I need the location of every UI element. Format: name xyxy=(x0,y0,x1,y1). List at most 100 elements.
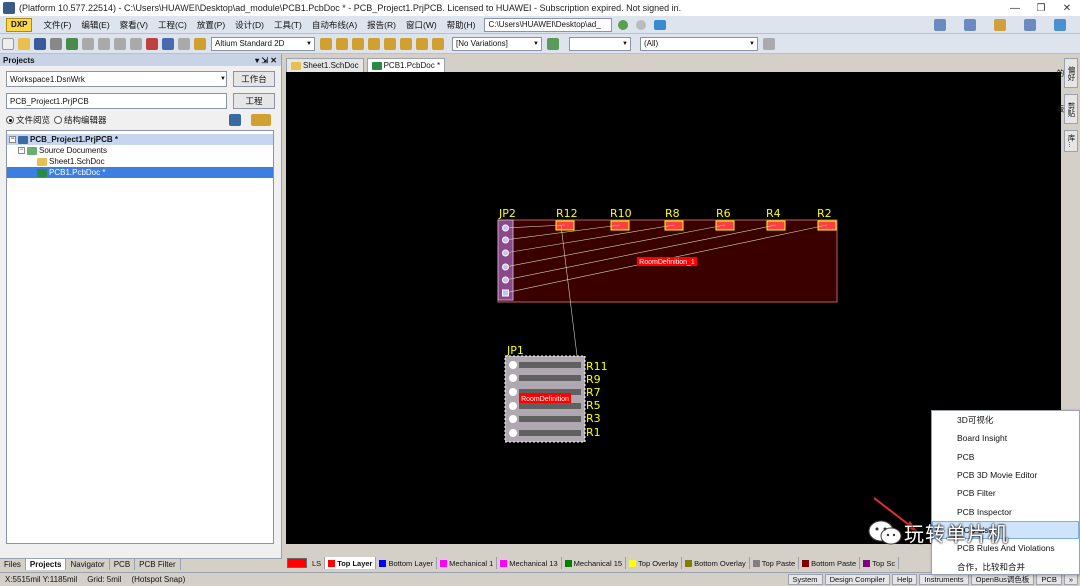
menu-file[interactable]: 文件(F) xyxy=(38,19,76,31)
filter-select[interactable]: ▼ xyxy=(569,36,631,51)
path-field[interactable]: C:\Users\HUAWEI\Desktop\ad_ xyxy=(484,17,613,32)
menu-window[interactable]: 窗口(W) xyxy=(401,19,442,31)
tab-files[interactable]: Files xyxy=(0,559,26,570)
forward-icon[interactable] xyxy=(636,19,647,30)
clear-filter-icon[interactable] xyxy=(763,37,775,50)
window-icon[interactable] xyxy=(1024,18,1036,31)
menu-place[interactable]: 放置(P) xyxy=(192,19,230,31)
new-icon[interactable] xyxy=(2,37,14,50)
tree-item-pcb1[interactable]: PCB1.PcbDoc * xyxy=(7,167,273,178)
variations-select[interactable]: [No Variations] ▼ xyxy=(452,36,542,51)
layer-top-paste[interactable]: Top Paste xyxy=(750,557,800,569)
jp2-body[interactable] xyxy=(497,219,514,301)
r4-footprint[interactable] xyxy=(766,220,786,231)
tab-sheet1[interactable]: Sheet1.SchDoc xyxy=(286,58,364,72)
tab-pcb-filter[interactable]: PCB Filter xyxy=(135,559,181,570)
layer-top-overlay[interactable]: Top Overlay xyxy=(626,557,683,569)
cut-icon[interactable] xyxy=(82,37,94,50)
route-icon-2[interactable] xyxy=(336,37,348,50)
zoom-icon[interactable] xyxy=(66,37,78,50)
menu-view[interactable]: 察看(V) xyxy=(115,19,153,31)
refresh-icon[interactable] xyxy=(229,114,241,126)
chart-icon[interactable] xyxy=(934,18,946,31)
minimize-button[interactable]: — xyxy=(1002,0,1028,16)
tree-item-sheet1[interactable]: Sheet1.SchDoc xyxy=(7,156,273,167)
globe-icon[interactable] xyxy=(1054,18,1066,31)
open-icon[interactable] xyxy=(18,37,30,50)
workspace-button[interactable]: 工作台 xyxy=(233,71,275,87)
menu-project[interactable]: 工程(C) xyxy=(153,19,192,31)
panel-controls[interactable]: ▾ ⇲ ✕ xyxy=(255,56,281,65)
save-icon[interactable] xyxy=(34,37,46,50)
restore-button[interactable]: ❐ xyxy=(1028,0,1054,16)
deselect-icon[interactable] xyxy=(146,37,158,50)
menu-item-3d-movie[interactable]: PCB 3D Movie Editor xyxy=(932,466,1079,484)
close-button[interactable]: ✕ xyxy=(1054,0,1080,16)
project-field[interactable]: PCB_Project1.PrjPCB xyxy=(6,93,227,109)
menu-item-pcb[interactable]: PCB xyxy=(932,448,1079,466)
structure-editor-radio[interactable] xyxy=(54,116,63,124)
menu-autoroute[interactable]: 自动布线(A) xyxy=(307,19,362,31)
tab-navigator[interactable]: Navigator xyxy=(66,559,110,570)
layer-ls[interactable]: LS xyxy=(309,557,326,569)
move-icon[interactable] xyxy=(130,37,142,50)
pad-icon[interactable] xyxy=(368,37,380,50)
menu-item-board-insight[interactable]: Board Insight xyxy=(932,429,1079,447)
side-tab-libraries[interactable]: 库... xyxy=(1064,130,1078,152)
design-compiler-button[interactable]: Design Compiler xyxy=(824,574,890,585)
layer-mechanical-1[interactable]: Mechanical 1 xyxy=(437,557,498,569)
current-layer-swatch[interactable] xyxy=(287,558,307,568)
project-menu-icon[interactable] xyxy=(251,114,271,126)
tab-pcb1[interactable]: PCB1.PcbDoc * xyxy=(366,58,446,72)
side-tab-clipboard[interactable]: 剪贴板 xyxy=(1056,94,1078,124)
back-icon[interactable] xyxy=(618,19,629,30)
tree-item-project[interactable]: − PCB_Project1.PrjPCB * xyxy=(7,134,273,145)
view-mode-select[interactable]: Altium Standard 2D ▼ xyxy=(211,36,315,51)
home-icon[interactable] xyxy=(654,19,667,30)
side-tab-favorites[interactable]: 偏好的 xyxy=(1056,58,1078,88)
layer-top-solder[interactable]: Top Sc xyxy=(860,557,900,569)
menu-item-3d[interactable]: 3D可视化 xyxy=(932,411,1079,429)
export-icon[interactable] xyxy=(964,18,976,31)
tab-pcb[interactable]: PCB xyxy=(110,559,136,570)
layer-bottom[interactable]: Bottom Layer xyxy=(376,557,438,569)
project-button[interactable]: 工程 xyxy=(233,93,275,109)
r8-footprint[interactable] xyxy=(664,220,684,231)
tab-projects[interactable]: Projects xyxy=(25,559,67,570)
tree-item-source-documents[interactable]: − Source Documents xyxy=(7,145,273,156)
help-button[interactable]: Help xyxy=(892,574,918,585)
layers-icon[interactable] xyxy=(994,18,1006,31)
menu-reports[interactable]: 报告(R) xyxy=(362,19,401,31)
fill-icon[interactable] xyxy=(400,37,412,50)
arc-icon[interactable] xyxy=(352,37,364,50)
layer-bottom-overlay[interactable]: Bottom Overlay xyxy=(682,557,750,569)
menu-item-pcb-filter[interactable]: PCB Filter xyxy=(932,484,1079,502)
layer-top[interactable]: Top Layer xyxy=(325,557,377,569)
copy-icon[interactable] xyxy=(98,37,110,50)
via-icon[interactable] xyxy=(384,37,396,50)
layer-mechanical-15[interactable]: Mechanical 15 xyxy=(562,557,627,569)
collapse-icon[interactable]: − xyxy=(9,136,16,143)
paste-icon[interactable] xyxy=(114,37,126,50)
menu-item-collaborate[interactable]: 合作，比较和合并 xyxy=(932,557,1079,575)
route-icon[interactable] xyxy=(320,37,332,50)
undo-icon[interactable] xyxy=(162,37,174,50)
layer-bottom-paste[interactable]: Bottom Paste xyxy=(799,557,861,569)
r2-footprint[interactable] xyxy=(817,220,837,231)
menu-design[interactable]: 设计(D) xyxy=(230,19,269,31)
menu-tools[interactable]: 工具(T) xyxy=(269,19,307,31)
redo-icon[interactable] xyxy=(178,37,190,50)
text-icon[interactable] xyxy=(432,37,444,50)
menu-edit[interactable]: 编辑(E) xyxy=(76,19,114,31)
layer-mechanical-13[interactable]: Mechanical 13 xyxy=(497,557,562,569)
print-icon[interactable] xyxy=(50,37,62,50)
menu-help[interactable]: 帮助(H) xyxy=(442,19,481,31)
r10-footprint[interactable] xyxy=(610,220,630,231)
scope-select[interactable]: (All) ▼ xyxy=(640,36,758,51)
variant-icon[interactable] xyxy=(547,37,559,50)
component-icon[interactable] xyxy=(416,37,428,50)
pencil-icon[interactable] xyxy=(194,37,206,50)
r6-footprint[interactable] xyxy=(715,220,735,231)
system-button[interactable]: System xyxy=(787,574,823,585)
workspace-select[interactable]: Workspace1.DsnWrk ▼ xyxy=(6,71,227,87)
